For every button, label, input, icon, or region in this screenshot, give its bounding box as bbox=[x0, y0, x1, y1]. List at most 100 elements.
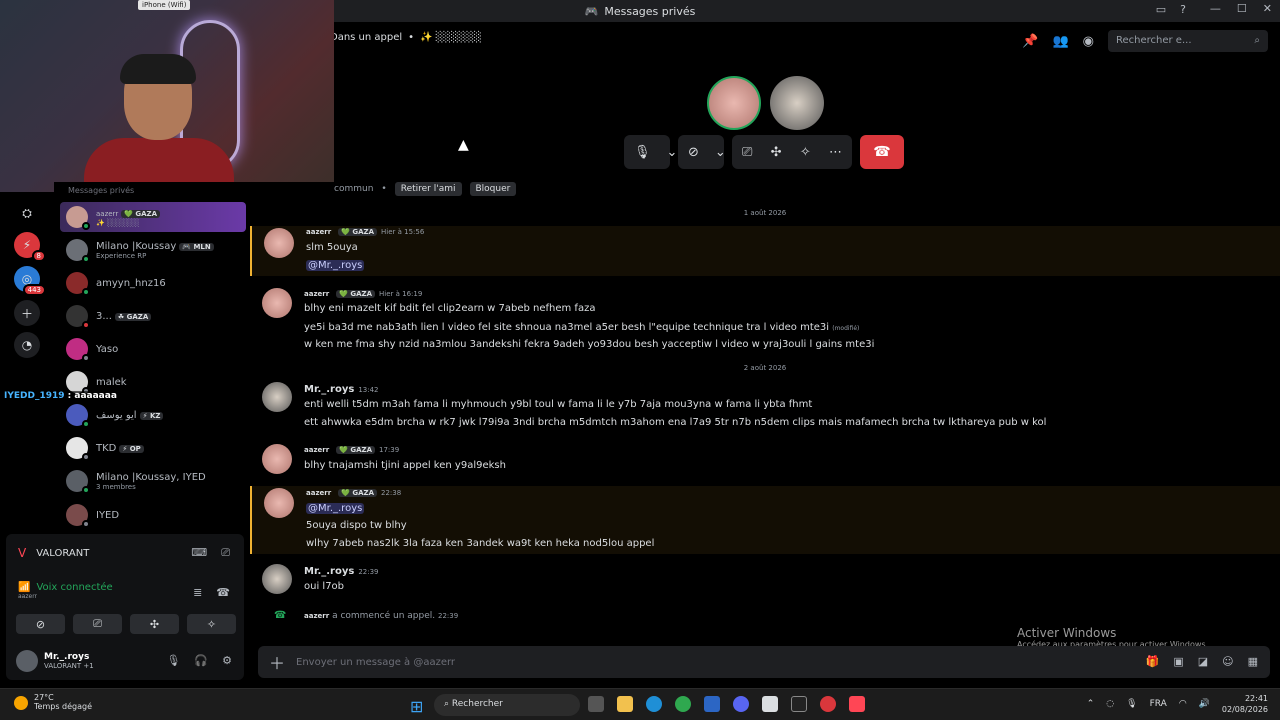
wifi-icon[interactable]: ◠ bbox=[1179, 699, 1187, 709]
microphone-icon[interactable]: 🎙 bbox=[1126, 699, 1137, 709]
taskbar-search[interactable]: ⌕ Rechercher bbox=[434, 694, 580, 716]
message-input[interactable]: Envoyer un message à @aazerr bbox=[296, 657, 455, 668]
attach-icon[interactable]: ＋ bbox=[258, 650, 296, 674]
add-server-icon[interactable]: ＋ bbox=[14, 300, 40, 326]
apps-icon[interactable]: ▦ bbox=[1248, 655, 1258, 668]
disconnect-icon[interactable]: ☎ bbox=[216, 586, 230, 599]
avatar[interactable] bbox=[262, 382, 292, 412]
sticker-icon[interactable]: ◪ bbox=[1198, 655, 1208, 668]
gif-icon[interactable]: ▣ bbox=[1173, 655, 1183, 668]
maximize-button[interactable]: ☐ bbox=[1237, 2, 1247, 15]
discord-icon[interactable] bbox=[733, 696, 749, 712]
app-icon[interactable] bbox=[762, 696, 778, 712]
more-icon[interactable]: ⋯ bbox=[829, 145, 842, 160]
avatar[interactable] bbox=[264, 228, 294, 258]
message-text: blhy eni mazelt kif bdit fel clip2earn w… bbox=[304, 303, 596, 314]
valorant-icon[interactable] bbox=[849, 696, 865, 712]
mutual-servers[interactable]: commun bbox=[334, 184, 373, 194]
weather-widget[interactable]: 27°C Temps dégagé bbox=[14, 693, 92, 711]
discord-home-icon[interactable]: ⛭ bbox=[14, 200, 40, 226]
phone-icon: ☎ bbox=[274, 610, 287, 621]
app-icon[interactable] bbox=[820, 696, 836, 712]
pin-icon[interactable]: 📌 bbox=[1022, 34, 1038, 49]
message: aazerr 💚 GAZA Hier à 16:19 blhy eni mazelt… bbox=[250, 288, 1280, 354]
hangup-icon: ☎ bbox=[873, 144, 891, 160]
soundboard-button[interactable]: ✧ bbox=[187, 614, 236, 634]
call-avatar-roys[interactable] bbox=[770, 76, 824, 130]
microphone-icon[interactable]: 🎙 bbox=[166, 654, 180, 667]
activity-controls: ⎚ ✣ ✧ ⋯ bbox=[732, 135, 852, 169]
stream-icon[interactable]: ⎚ bbox=[221, 546, 230, 560]
voice-status: 📶 Voix connectée aazerr bbox=[18, 582, 113, 600]
camera-button[interactable]: ⊘ bbox=[16, 614, 65, 634]
avatar bbox=[66, 206, 90, 230]
message-text: 5ouya dispo tw blhy bbox=[306, 520, 407, 531]
inbox-icon[interactable]: ▭ bbox=[1156, 3, 1166, 16]
avatar[interactable] bbox=[262, 288, 292, 318]
task-view-icon[interactable] bbox=[588, 696, 604, 712]
noise-icon[interactable]: ≣ bbox=[193, 586, 202, 599]
activity-button[interactable]: ✣ bbox=[130, 614, 179, 634]
gamepad-icon[interactable]: ⌨ bbox=[191, 546, 207, 560]
dm-item[interactable]: Milano |Koussay, IYED 3 membres bbox=[60, 466, 246, 496]
start-button[interactable]: ⊞ bbox=[410, 697, 423, 716]
activities-icon[interactable]: ✣ bbox=[771, 145, 782, 160]
system-tray: ⌃ ◌ 🎙 FRA ◠ 🔊 22:41 02/08/2026 bbox=[1087, 693, 1268, 715]
mic-toggle[interactable]: 🎙 ⌄ bbox=[624, 135, 677, 169]
avatar[interactable] bbox=[262, 444, 292, 474]
call-dm-name: ✨ ░░░░░░ bbox=[420, 32, 482, 43]
message-composer[interactable]: ＋ Envoyer un message à @aazerr 🎁 ▣ ◪ ☺ ▦ bbox=[258, 646, 1270, 678]
gift-icon[interactable]: 🎁 bbox=[1146, 655, 1160, 668]
avatar[interactable] bbox=[262, 564, 292, 594]
message: Mr._.roys 22:39 oui l7ob bbox=[250, 564, 1280, 596]
avatar bbox=[66, 437, 90, 461]
streamer bbox=[84, 54, 234, 192]
camera-off-icon: ⊘ bbox=[688, 144, 699, 160]
dm-item[interactable]: 3... ☘ GAZA bbox=[60, 301, 246, 331]
camera-toggle[interactable]: ⊘ ⌄ bbox=[678, 135, 726, 169]
server-icon-2[interactable]: ◎ 443 bbox=[14, 266, 46, 296]
avatar bbox=[66, 504, 90, 528]
soundboard-icon[interactable]: ✧ bbox=[800, 145, 811, 160]
clock[interactable]: 22:41 02/08/2026 bbox=[1222, 693, 1268, 715]
user-mention[interactable]: @Mr._.roys bbox=[306, 503, 365, 514]
dm-item[interactable]: amyyn_hnz16 bbox=[60, 268, 246, 298]
message: aazerr 💚 GAZA Hier à 15:56 slm 5ouya @Mr._… bbox=[250, 226, 1280, 276]
language-indicator[interactable]: FRA bbox=[1150, 699, 1167, 709]
block-button[interactable]: Bloquer bbox=[469, 182, 517, 196]
close-button[interactable]: ✕ bbox=[1263, 2, 1272, 15]
call-avatar-aazerr[interactable] bbox=[707, 76, 761, 130]
window-title: Messages privés bbox=[604, 4, 696, 18]
search-input[interactable]: Rechercher e... ⌕ bbox=[1108, 30, 1268, 52]
help-icon[interactable]: ? bbox=[1180, 3, 1186, 16]
minimize-button[interactable]: — bbox=[1210, 2, 1221, 15]
dm-item[interactable]: TKD ⚡ OP bbox=[60, 433, 246, 463]
remove-friend-button[interactable]: Retirer l'ami bbox=[394, 182, 462, 196]
explore-icon[interactable]: ◔ bbox=[14, 332, 40, 358]
chrome-icon[interactable] bbox=[675, 696, 691, 712]
network-icon[interactable]: ◌ bbox=[1106, 699, 1114, 709]
screenshare-button[interactable]: ⎚ bbox=[73, 614, 122, 634]
add-friend-icon[interactable]: 👥 bbox=[1052, 34, 1068, 49]
dm-item[interactable]: IYED bbox=[60, 500, 246, 530]
emoji-icon[interactable]: ☺ bbox=[1222, 655, 1233, 668]
dm-item[interactable]: aazerr 💚 GAZA ✨ ░░░░░░ bbox=[60, 202, 246, 232]
dm-item[interactable]: Yaso bbox=[60, 334, 246, 364]
end-call-button[interactable]: ☎ bbox=[860, 135, 904, 169]
avatar[interactable] bbox=[264, 488, 294, 518]
profile-icon[interactable]: ◉ bbox=[1083, 34, 1094, 49]
settings-icon[interactable]: ⚙ bbox=[222, 654, 232, 667]
headset-icon[interactable]: 🎧 bbox=[194, 654, 208, 667]
edge-icon[interactable] bbox=[646, 696, 662, 712]
current-user[interactable]: Mr._.roys VALORANT +1 bbox=[16, 650, 94, 672]
steam-icon[interactable] bbox=[791, 696, 807, 712]
volume-icon[interactable]: 🔊 bbox=[1199, 699, 1210, 709]
file-explorer-icon[interactable] bbox=[617, 696, 633, 712]
server-icon-1[interactable]: ⚡ 8 bbox=[14, 232, 46, 262]
user-mention[interactable]: @Mr._.roys bbox=[306, 260, 365, 271]
dm-item[interactable]: ايو يوسف ⚡ KZ bbox=[60, 400, 246, 430]
chevron-up-icon[interactable]: ⌃ bbox=[1087, 699, 1095, 709]
screenshare-icon[interactable]: ⎚ bbox=[742, 145, 752, 160]
store-icon[interactable] bbox=[704, 696, 720, 712]
dm-item[interactable]: Milano |Koussay 🎮 MLN Experience RP bbox=[60, 235, 246, 265]
